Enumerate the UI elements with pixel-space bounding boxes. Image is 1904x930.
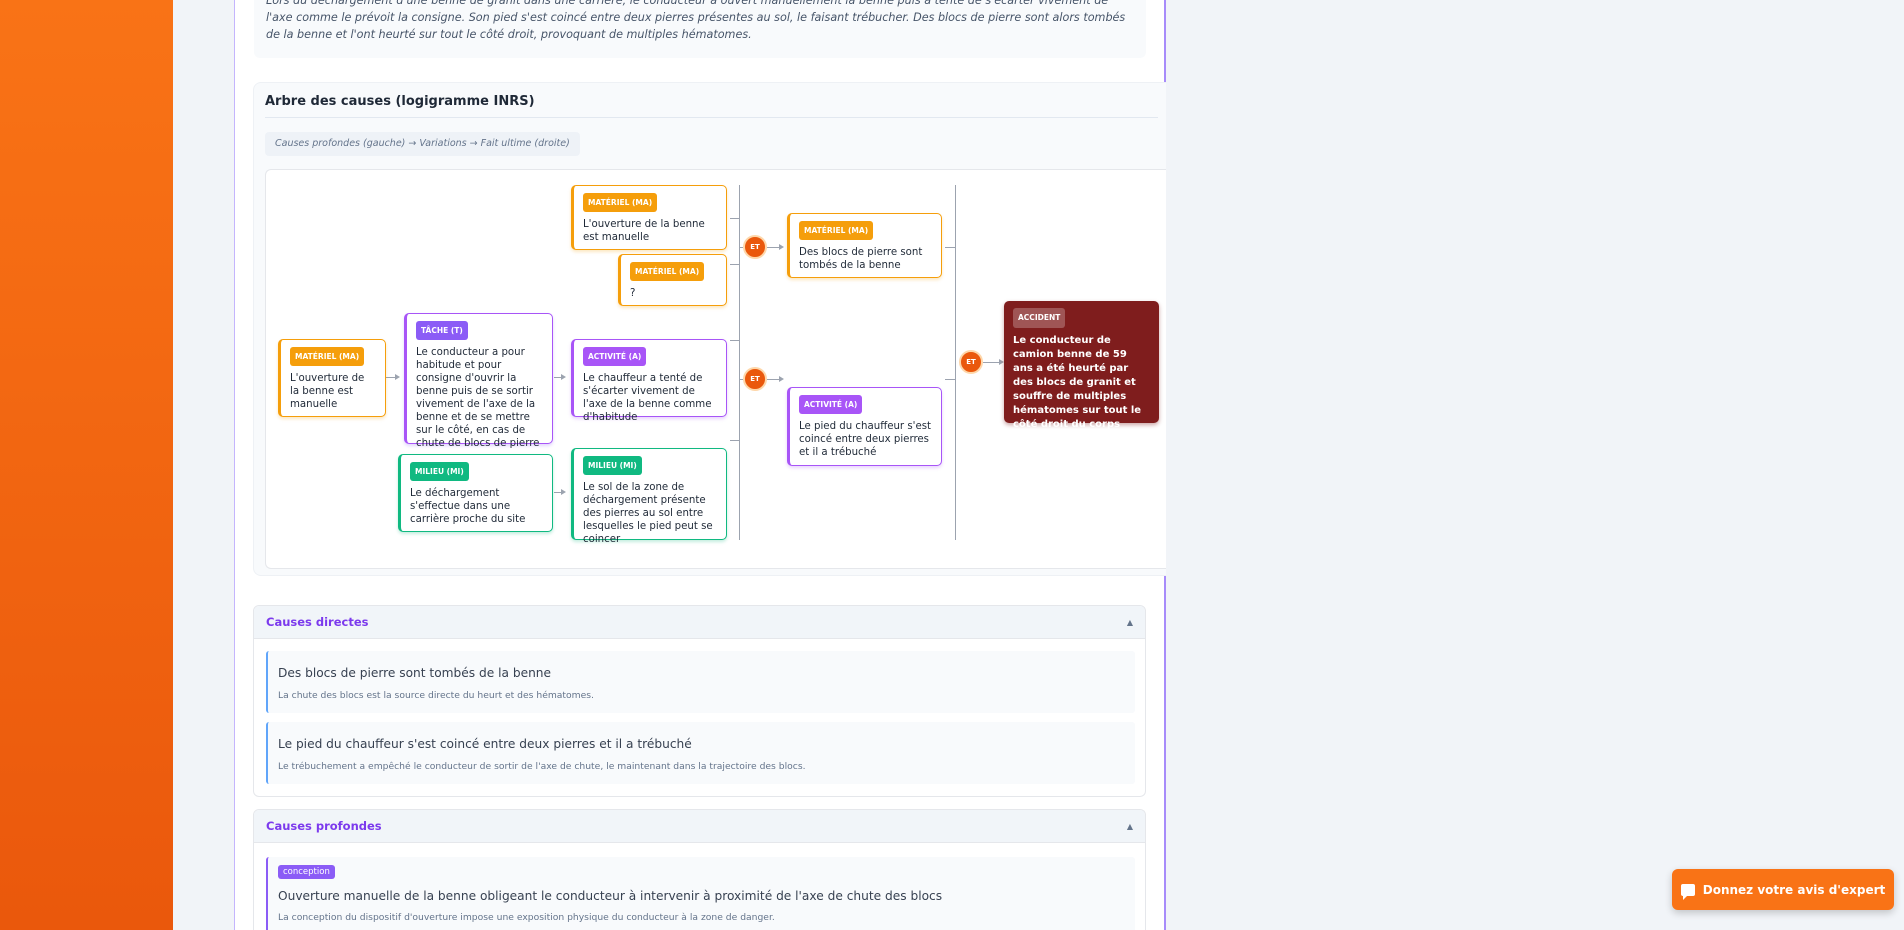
- node-milieu-dechargement[interactable]: MILIEU (MI) Le déchargement s'effectue d…: [398, 454, 553, 532]
- connector: [945, 379, 955, 380]
- node-milieu-sol[interactable]: MILIEU (MI) Le sol de la zone de décharg…: [571, 448, 727, 545]
- section-title: Causes profondes: [266, 819, 382, 833]
- arrow: [395, 374, 400, 380]
- collapse-icon[interactable]: ▲: [1127, 618, 1133, 627]
- divider: [265, 117, 1158, 118]
- node-text: Le pied du chauffeur s'est coincé entre …: [799, 421, 932, 458]
- incident-description: Lors du déchargement d'une benne de gran…: [254, 0, 1146, 58]
- cause-tree-diagram: ET ET ET MATÉRIEL (MA) L'ouverture de la…: [265, 169, 1166, 569]
- node-accident[interactable]: ACCIDENT Le conducteur de camion benne d…: [1004, 301, 1159, 430]
- direct-causes-section: Causes directes ▲ Des blocs de pierre so…: [253, 605, 1146, 797]
- collapse-icon[interactable]: ▲: [1127, 822, 1133, 831]
- connector: [739, 185, 740, 540]
- deep-causes-header[interactable]: Causes profondes ▲: [254, 810, 1145, 843]
- arrow: [779, 376, 784, 382]
- node-materiel-ouverture-left[interactable]: MATÉRIEL (MA) L'ouverture de la benne es…: [278, 339, 386, 417]
- category-badge: conception: [278, 865, 335, 879]
- node-tag: ACCIDENT: [1013, 308, 1066, 328]
- connector: [554, 377, 561, 378]
- arrow: [779, 244, 784, 250]
- connector: [554, 492, 561, 493]
- node-text: Le conducteur a pour habitude et pour co…: [416, 347, 540, 449]
- node-text: Le déchargement s'effectue dans une carr…: [410, 488, 526, 525]
- connector: [767, 379, 779, 380]
- cause-title: Des blocs de pierre sont tombés de la be…: [278, 666, 552, 680]
- node-text: Le sol de la zone de déchargement présen…: [583, 482, 713, 545]
- node-text: Le chauffeur a tenté de s'écarter viveme…: [583, 373, 712, 423]
- node-materiel-unknown[interactable]: MATÉRIEL (MA) ?: [618, 254, 727, 306]
- node-tag: ACTIVITÉ (A): [583, 347, 647, 366]
- node-materiel-ouverture-top[interactable]: MATÉRIEL (MA) L'ouverture de la benne es…: [571, 185, 727, 250]
- connector: [730, 440, 739, 441]
- connector: [955, 362, 956, 363]
- node-text: ?: [630, 288, 636, 299]
- connector: [385, 377, 395, 378]
- node-tag: TÂCHE (T): [416, 321, 468, 340]
- node-tache-habitude[interactable]: TÂCHE (T) Le conducteur a pour habitude …: [404, 313, 553, 449]
- connector: [767, 247, 779, 248]
- direct-cause-item: Le pied du chauffeur s'est coincé entre …: [266, 722, 1135, 784]
- node-tag: MATÉRIEL (MA): [583, 193, 658, 212]
- node-materiel-blocs[interactable]: MATÉRIEL (MA) Des blocs de pierre sont t…: [787, 213, 942, 278]
- cause-description: La conception du dispositif d'ouverture …: [278, 912, 775, 923]
- node-activite-ecarter[interactable]: ACTIVITÉ (A) Le chauffeur a tenté de s'é…: [571, 339, 727, 423]
- node-tag: MILIEU (MI): [410, 462, 469, 481]
- and-gate-top: ET: [743, 235, 767, 259]
- expert-feedback-label: Donnez votre avis d'expert: [1702, 882, 1886, 897]
- arrow: [561, 374, 566, 380]
- chat-bubble-icon: [1680, 883, 1695, 900]
- and-gate-bottom: ET: [743, 367, 767, 391]
- cause-tree-legend: Causes profondes (gauche) → Variations →…: [265, 132, 580, 156]
- connector: [730, 264, 739, 265]
- and-gate-final: ET: [959, 350, 983, 374]
- deep-causes-section: Causes profondes ▲ conception Ouverture …: [253, 809, 1146, 930]
- left-sidebar-background: [0, 0, 173, 930]
- node-tag: MATÉRIEL (MA): [290, 347, 365, 366]
- cause-title: Ouverture manuelle de la benne obligeant…: [278, 889, 943, 903]
- cause-tree-title: Arbre des causes (logigramme INRS): [265, 94, 535, 109]
- incident-description-text: Lors du déchargement d'une benne de gran…: [266, 0, 1126, 41]
- deep-cause-item: conception Ouverture manuelle de la benn…: [266, 857, 1135, 930]
- node-text: Des blocs de pierre sont tombés de la be…: [799, 247, 923, 271]
- direct-causes-header[interactable]: Causes directes ▲: [254, 606, 1145, 639]
- arrow: [561, 489, 566, 495]
- direct-cause-item: Des blocs de pierre sont tombés de la be…: [266, 651, 1135, 713]
- node-text: L'ouverture de la benne est manuelle: [290, 373, 365, 410]
- connector: [730, 218, 739, 219]
- section-title: Causes directes: [266, 615, 369, 629]
- node-text: Le conducteur de camion benne de 59 ans …: [1013, 335, 1142, 430]
- node-tag: MATÉRIEL (MA): [799, 221, 874, 240]
- connector: [983, 362, 999, 363]
- cause-title: Le pied du chauffeur s'est coincé entre …: [278, 737, 692, 751]
- node-tag: MILIEU (MI): [583, 456, 642, 475]
- node-tag: MATÉRIEL (MA): [630, 262, 705, 281]
- node-tag: ACTIVITÉ (A): [799, 395, 863, 414]
- connector: [945, 247, 955, 248]
- node-activite-pied[interactable]: ACTIVITÉ (A) Le pied du chauffeur s'est …: [787, 387, 942, 466]
- cause-description: La chute des blocs est la source directe…: [278, 690, 594, 701]
- node-text: L'ouverture de la benne est manuelle: [583, 219, 705, 243]
- cause-description: Le trébuchement a empêché le conducteur …: [278, 761, 806, 772]
- connector: [730, 340, 739, 341]
- expert-feedback-button[interactable]: Donnez votre avis d'expert: [1672, 869, 1894, 910]
